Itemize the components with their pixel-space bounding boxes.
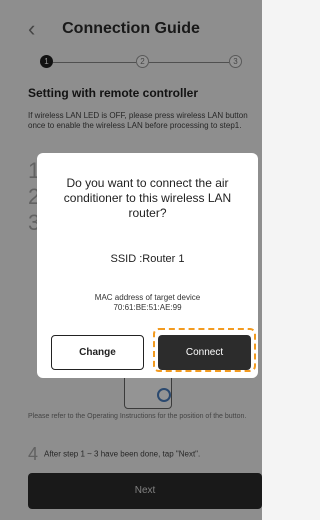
mac-address-label: MAC address of target device (94, 293, 201, 302)
connect-button[interactable]: Connect (158, 335, 251, 370)
ssid-text: SSID :Router 1 (110, 253, 185, 265)
change-button[interactable]: Change (51, 335, 144, 370)
mac-address-value: 70:61:BE:51:AE:99 (113, 303, 182, 312)
connect-dialog: Do you want to connect the air condition… (37, 153, 258, 378)
dialog-question: Do you want to connect the air condition… (63, 176, 232, 220)
